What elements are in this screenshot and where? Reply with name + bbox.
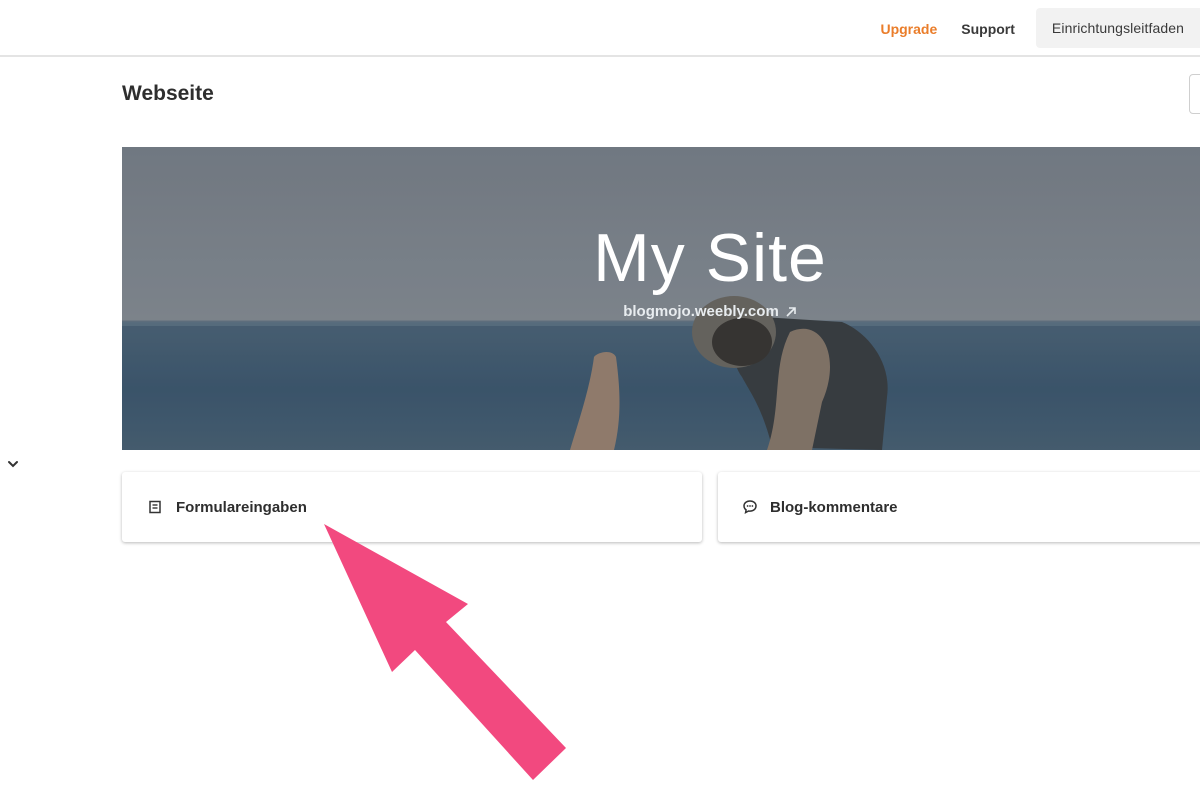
- page-title: Webseite: [122, 82, 214, 105]
- top-bar: Upgrade Support Einrichtungsleitfaden: [0, 0, 1200, 57]
- setup-guide-button[interactable]: Einrichtungsleitfaden: [1035, 8, 1200, 48]
- site-title: My Site: [593, 220, 827, 296]
- upgrade-link[interactable]: Upgrade: [880, 21, 937, 37]
- hero-background-image: [122, 147, 1200, 450]
- form-icon: [149, 500, 161, 514]
- form-submissions-label: Formulareingaben: [176, 498, 307, 516]
- form-submissions-card[interactable]: Formulareingaben: [122, 472, 702, 542]
- site-url-text: blogmojo.weebly.com: [623, 303, 779, 320]
- edit-site-button[interactable]: [1189, 74, 1200, 114]
- support-link[interactable]: Support: [961, 21, 1015, 37]
- external-link-icon: [786, 307, 796, 317]
- blog-comments-card[interactable]: Blog-kommentare: [718, 472, 1200, 542]
- chevron-down-icon[interactable]: [6, 457, 20, 471]
- site-url-link[interactable]: blogmojo.weebly.com: [122, 303, 1200, 320]
- comment-icon: [743, 500, 757, 515]
- site-preview-banner[interactable]: My Site blogmojo.weebly.com: [122, 147, 1200, 450]
- blog-comments-label: Blog-kommentare: [770, 498, 898, 516]
- top-nav: Upgrade Support Einrichtungsleitfaden: [880, 0, 1200, 57]
